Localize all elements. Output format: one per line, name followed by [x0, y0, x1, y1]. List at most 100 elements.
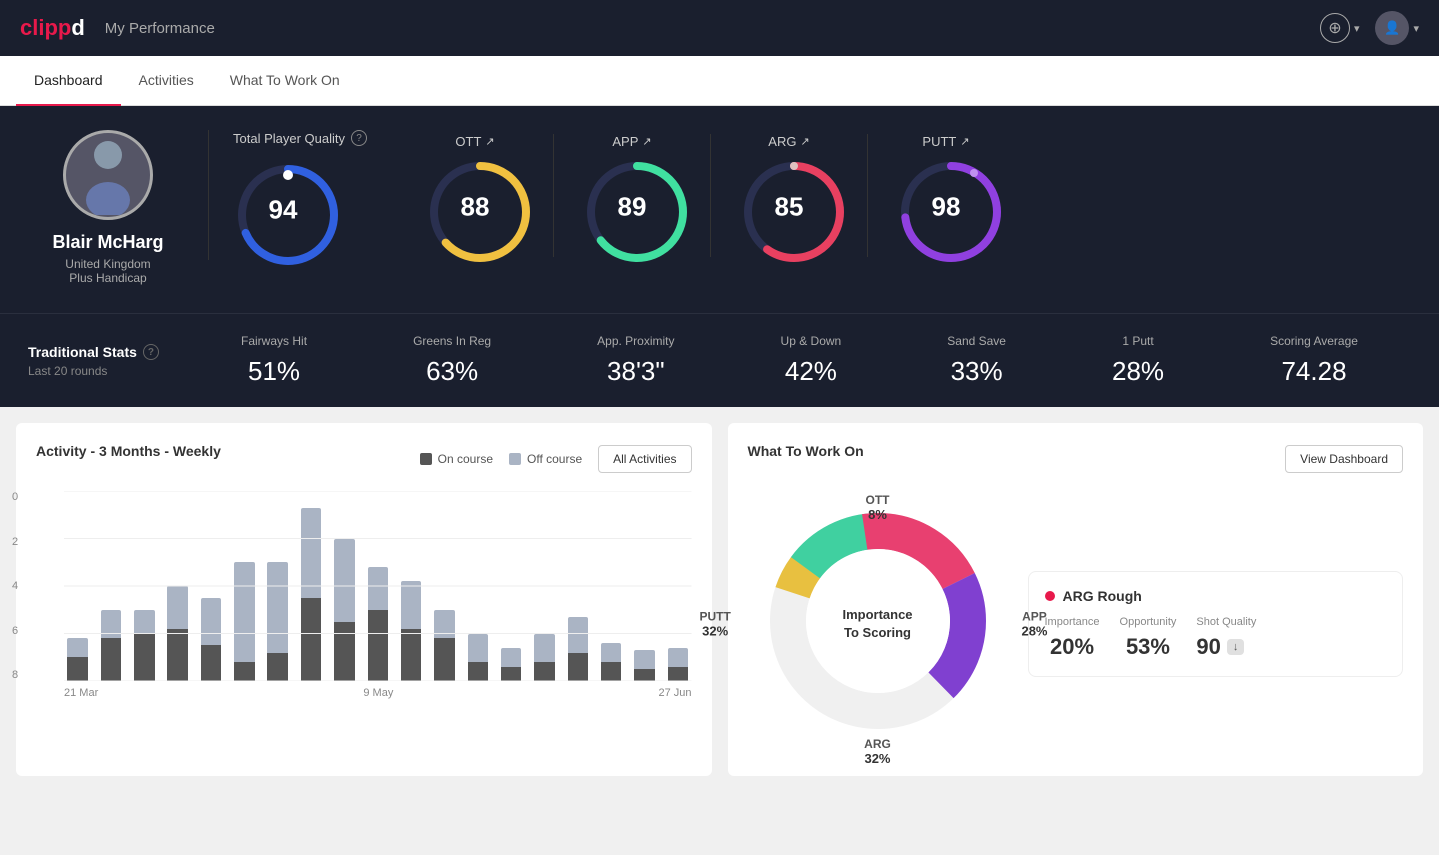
arg-seg-name: ARG: [864, 737, 891, 751]
wtwo-header: What To Work On View Dashboard: [748, 443, 1404, 475]
insight-shotquality-value: 90: [1196, 634, 1220, 660]
insight-title-text: ARG Rough: [1063, 588, 1142, 604]
traditional-stats: Traditional Stats ? Last 20 rounds Fairw…: [0, 313, 1439, 407]
legend-off-course: Off course: [509, 452, 582, 466]
app-seg-name: APP: [1021, 609, 1047, 623]
header-left: clippd My Performance: [20, 15, 215, 41]
stat-proximity-value: 38'3": [597, 356, 674, 387]
legend-on-course: On course: [420, 452, 493, 466]
stat-updown-value: 42%: [781, 356, 842, 387]
tpq-section: Total Player Quality ? 94: [233, 130, 397, 260]
ott-label: OTT ↗: [455, 134, 494, 149]
legend-on-course-dot: [420, 453, 432, 465]
putt-segment-label: PUTT 32%: [700, 609, 731, 638]
header-right: ⊕ ▾ 👤 ▾: [1320, 11, 1419, 45]
stat-proximity-label: App. Proximity: [597, 334, 674, 348]
y-label-2: 2: [12, 536, 18, 548]
stat-fairways-label: Fairways Hit: [241, 334, 307, 348]
add-button[interactable]: ⊕: [1320, 13, 1350, 43]
tpq-help-icon[interactable]: ?: [351, 130, 367, 146]
arg-ring: 85: [739, 157, 839, 257]
stat-sandsave: Sand Save 33%: [947, 334, 1006, 387]
stat-fairways: Fairways Hit 51%: [241, 334, 307, 387]
y-label-4: 4: [12, 580, 18, 592]
arg-value: 85: [775, 191, 804, 222]
donut-wrapper: Importance To Scoring OTT 8% APP 28% ARG…: [748, 491, 1008, 756]
app-ring: 89: [582, 157, 682, 257]
stat-1putt-label: 1 Putt: [1112, 334, 1164, 348]
logo: clippd: [20, 15, 85, 41]
stat-scoring-label: Scoring Average: [1270, 334, 1358, 348]
scores-section: Total Player Quality ? 94 OTT ↗: [208, 130, 1411, 260]
ott-ring: 88: [425, 157, 525, 257]
stat-sandsave-label: Sand Save: [947, 334, 1006, 348]
tabs-bar: Dashboard Activities What To Work On: [0, 56, 1439, 106]
ott-arrow: ↗: [485, 135, 494, 148]
stat-1putt: 1 Putt 28%: [1112, 334, 1164, 387]
app-arrow: ↗: [642, 135, 651, 148]
player-avatar: [63, 130, 153, 220]
trad-stats-help-icon[interactable]: ?: [143, 344, 159, 360]
tab-dashboard[interactable]: Dashboard: [16, 56, 121, 106]
add-dropdown-arrow[interactable]: ▾: [1354, 22, 1360, 35]
legend-on-course-label: On course: [438, 452, 493, 466]
insight-importance-label: Importance: [1045, 616, 1100, 628]
hero-top: Blair McHarg United Kingdom Plus Handica…: [28, 130, 1411, 285]
arg-label: ARG ↗: [768, 134, 809, 149]
stat-updown: Up & Down 42%: [781, 334, 842, 387]
putt-seg-pct: 32%: [700, 623, 731, 638]
legend-off-course-dot: [509, 453, 521, 465]
player-handicap: Plus Handicap: [69, 271, 146, 285]
activity-chart-panel: Activity - 3 Months - Weekly On course O…: [16, 423, 712, 776]
x-label-jun: 27 Jun: [658, 687, 691, 699]
putt-arrow: ↗: [960, 135, 969, 148]
tab-activities[interactable]: Activities: [121, 56, 212, 106]
chart-title: Activity - 3 Months - Weekly: [36, 443, 221, 459]
chart-header: Activity - 3 Months - Weekly On course O…: [36, 443, 692, 475]
bottom-section: Activity - 3 Months - Weekly On course O…: [0, 407, 1439, 792]
stat-scoring: Scoring Average 74.28: [1270, 334, 1358, 387]
stat-fairways-value: 51%: [241, 356, 307, 387]
insight-importance-value: 20%: [1045, 634, 1100, 660]
putt-seg-name: PUTT: [700, 609, 731, 623]
tpq-label: Total Player Quality: [233, 131, 345, 146]
chart-legend: On course Off course: [420, 452, 583, 466]
stat-sandsave-value: 33%: [947, 356, 1006, 387]
player-name: Blair McHarg: [52, 232, 163, 253]
ott-seg-name: OTT: [866, 493, 890, 507]
avatar: 👤: [1375, 11, 1409, 45]
insight-opportunity-value: 53%: [1120, 634, 1177, 660]
stat-1putt-value: 28%: [1112, 356, 1164, 387]
chart-x-labels: 21 Mar 9 May 27 Jun: [64, 681, 692, 699]
score-card-putt: PUTT ↗ 98: [868, 134, 1024, 257]
score-card-arg: ARG ↗ 85: [711, 134, 868, 257]
trad-stats-sub: Last 20 rounds: [28, 364, 188, 378]
tpq-ring: 94: [233, 160, 333, 260]
insight-card: ARG Rough Importance 20% Opportunity 53%…: [1028, 571, 1404, 677]
arg-arrow: ↗: [800, 135, 809, 148]
insight-col-importance: Importance 20%: [1045, 616, 1100, 660]
profile-dropdown-arrow[interactable]: ▾: [1413, 22, 1419, 35]
y-label-8: 8: [12, 669, 18, 681]
tab-what-to-work-on[interactable]: What To Work On: [212, 56, 358, 106]
header: clippd My Performance ⊕ ▾ 👤 ▾: [0, 0, 1439, 56]
arg-seg-pct: 32%: [864, 751, 891, 766]
insight-col-shotquality: Shot Quality 90 ↓: [1196, 616, 1256, 660]
view-dashboard-button[interactable]: View Dashboard: [1285, 445, 1403, 473]
insight-shotquality-row: 90 ↓: [1196, 634, 1256, 660]
wtwo-content: Importance To Scoring OTT 8% APP 28% ARG…: [748, 491, 1404, 756]
hero-section: Blair McHarg United Kingdom Plus Handica…: [0, 106, 1439, 313]
donut-line1: Importance: [842, 605, 912, 623]
arg-segment-label: ARG 32%: [864, 737, 891, 766]
player-country: United Kingdom: [65, 257, 150, 271]
tpq-header: Total Player Quality ?: [233, 130, 367, 146]
chart-grid: [64, 491, 692, 681]
y-label-6: 6: [12, 625, 18, 637]
insight-title: ARG Rough: [1045, 588, 1387, 604]
all-activities-button[interactable]: All Activities: [598, 445, 691, 473]
ott-seg-pct: 8%: [866, 507, 890, 522]
stat-updown-label: Up & Down: [781, 334, 842, 348]
stat-scoring-value: 74.28: [1270, 356, 1358, 387]
stat-greens: Greens In Reg 63%: [413, 334, 491, 387]
ott-segment-label: OTT 8%: [866, 493, 890, 522]
